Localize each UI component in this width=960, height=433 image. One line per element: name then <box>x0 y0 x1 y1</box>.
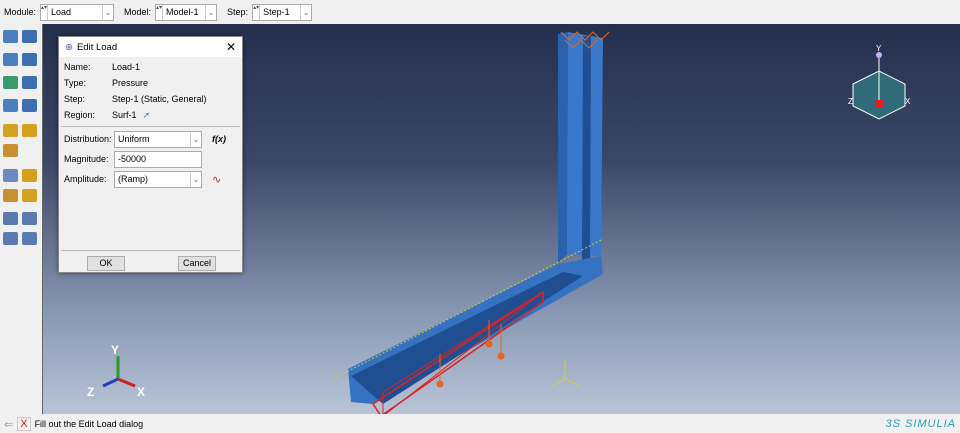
back-arrow-icon[interactable]: ⇐ <box>4 418 13 431</box>
dialog-titlebar: ⊕ Edit Load ✕ <box>59 37 242 57</box>
step-value: Step-1 <box>263 7 290 17</box>
model-value: Model-1 <box>166 7 199 17</box>
view-cube[interactable] <box>852 52 906 120</box>
load-table-icon[interactable] <box>22 30 37 43</box>
query-icon[interactable] <box>3 169 18 182</box>
abaqus-icon: ⊕ <box>65 41 73 53</box>
prompt-area: ⇐ X Fill out the Edit Load dialog 3S SIM… <box>0 415 960 433</box>
edit-load-dialog: ⊕ Edit Load ✕ Name: Load-1 Type: Pressure … <box>58 36 243 273</box>
distribution-label: Distribution: <box>64 134 112 144</box>
amplitude-icon[interactable]: ∿ <box>212 173 221 186</box>
module-select[interactable]: ▴▾ Load ⌄ <box>40 3 115 21</box>
step-label: Step: <box>64 94 86 104</box>
cube-y-label: Y <box>876 44 882 53</box>
module-label: Module: <box>4 7 37 17</box>
dialog-title: Edit Load <box>76 41 118 53</box>
distribution-value: Uniform <box>118 134 150 144</box>
load-manager-icon[interactable] <box>3 30 18 43</box>
magnitude-label: Magnitude: <box>64 154 109 164</box>
cancel-procedure-icon[interactable]: X <box>17 417 31 431</box>
cube-x-label: X <box>905 97 911 106</box>
create-bc-icon[interactable] <box>22 124 37 137</box>
vertical-channel <box>582 36 591 260</box>
region-value: Surf-1 <box>112 110 137 120</box>
name-value: Load-1 <box>112 62 141 72</box>
ok-button[interactable]: OK <box>87 256 125 271</box>
bc-table-icon[interactable] <box>22 53 37 66</box>
type-label: Type: <box>64 78 87 88</box>
model-select[interactable]: ▴▾ Model-1 ⌄ <box>155 3 218 21</box>
create-load-icon[interactable] <box>3 124 18 137</box>
distribution-select[interactable]: Uniform ⌄ <box>114 130 202 148</box>
cube-z-label: Z <box>848 97 853 106</box>
context-bar: Module: ▴▾ Load ⌄ Model: ▴▾ Model-1 ⌄ Step: … <box>0 0 960 24</box>
create-field-icon[interactable] <box>3 144 18 157</box>
horizontal-channel <box>351 272 583 404</box>
datum-line <box>332 238 604 380</box>
chevron-down-icon: ⌄ <box>102 4 113 20</box>
chevron-down-icon: ⌄ <box>300 4 311 20</box>
module-value: Load <box>51 7 72 17</box>
region-label: Region: <box>64 110 96 120</box>
predefined-field-icon[interactable] <box>3 76 18 89</box>
datum-csys-icon[interactable] <box>3 212 18 225</box>
chevron-down-icon: ⌄ <box>190 131 201 147</box>
prompt-message: Fill out the Edit Load dialog <box>34 419 144 429</box>
type-value: Pressure <box>112 78 149 88</box>
vertical-flange-left <box>558 32 568 264</box>
select-region-icon[interactable]: ➚ <box>143 110 151 121</box>
simulia-logo: 3S SIMULIA <box>885 418 956 430</box>
step-value: Step-1 (Static, General) <box>112 94 207 104</box>
magnitude-value: -50000 <box>118 154 147 164</box>
step-select[interactable]: ▴▾ Step-1 ⌄ <box>252 3 313 21</box>
amplitude-label: Amplitude: <box>64 174 107 184</box>
datum-axis-icon[interactable] <box>22 212 37 225</box>
amplitude-value: (Ramp) <box>118 174 149 184</box>
magnitude-input[interactable]: -50000 <box>114 150 202 168</box>
cancel-button[interactable]: Cancel <box>178 256 216 271</box>
triad-x-label: X <box>137 385 145 399</box>
chevron-down-icon: ⌄ <box>205 4 216 20</box>
load-case-icon[interactable] <box>3 99 18 112</box>
model-label: Model: <box>124 7 152 17</box>
bc-manager-icon[interactable] <box>3 53 18 66</box>
connector-bc-icon[interactable] <box>22 189 37 202</box>
close-icon[interactable]: ✕ <box>226 40 236 54</box>
field-table-icon[interactable] <box>22 76 37 89</box>
datum-point-icon[interactable] <box>22 232 37 245</box>
name-label: Name: <box>64 62 91 72</box>
toolbox <box>0 24 42 414</box>
datum-plane-icon[interactable] <box>3 232 18 245</box>
triad-y-label: Y <box>111 343 119 357</box>
triad-z-label: Z <box>87 385 94 399</box>
connector-load-icon[interactable] <box>3 189 18 202</box>
global-triad <box>102 356 136 388</box>
function-button[interactable]: f(x) <box>212 134 226 144</box>
load-case-table-icon[interactable] <box>22 99 37 112</box>
amplitude-icon[interactable] <box>22 169 37 182</box>
chevron-down-icon: ⌄ <box>190 171 201 187</box>
local-csys <box>550 359 582 387</box>
amplitude-select[interactable]: (Ramp) ⌄ <box>114 170 202 188</box>
step-label: Step: <box>227 7 249 17</box>
